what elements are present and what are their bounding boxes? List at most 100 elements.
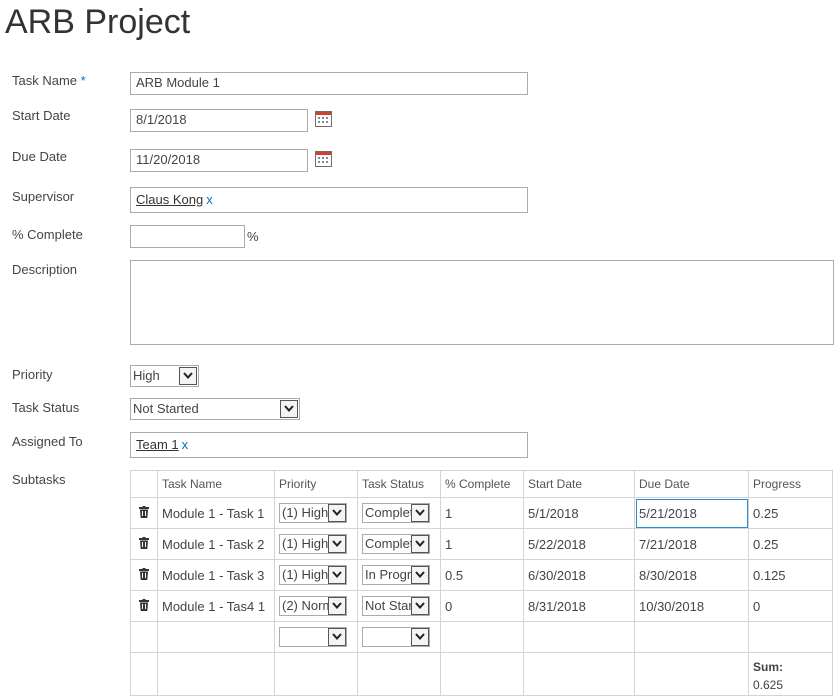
header-task-status[interactable]: Task Status (357, 470, 441, 498)
priority-cell-select[interactable]: (1) High (279, 534, 347, 554)
priority-cell[interactable]: (1) High (274, 528, 358, 560)
due-date-input[interactable]: 11/20/2018 (130, 149, 308, 172)
status-cell[interactable]: Not Started (357, 590, 441, 622)
chevron-down-icon[interactable] (328, 597, 346, 615)
start-date-cell[interactable] (523, 621, 635, 653)
task-status-label: Task Status (12, 400, 80, 415)
status-cell-select[interactable]: Completed (362, 534, 430, 554)
task-name-cell[interactable]: Module 1 - Task 1 (157, 497, 275, 529)
chevron-down-icon[interactable] (328, 628, 346, 646)
percent-cell[interactable]: 0.5 (440, 559, 524, 591)
chevron-down-icon[interactable] (411, 535, 429, 553)
chevron-down-icon[interactable] (411, 566, 429, 584)
chevron-down-icon[interactable] (328, 504, 346, 522)
delete-row-cell[interactable] (130, 497, 158, 529)
status-cell-select[interactable]: Not Started (362, 596, 430, 616)
chevron-down-icon[interactable] (179, 367, 197, 385)
sum-cell: Sum: 0.625 (748, 652, 833, 696)
start-date-cell[interactable]: 6/30/2018 (523, 559, 635, 591)
due-date-cell[interactable]: 8/30/2018 (634, 559, 749, 591)
priority-cell-value: (1) High (282, 536, 329, 551)
status-cell[interactable]: Completed (357, 497, 441, 529)
table-row: Module 1 - Task 3 (1) High In Progress 0… (130, 559, 833, 591)
status-cell[interactable]: Completed (357, 528, 441, 560)
assigned-person[interactable]: Team 1 (136, 437, 179, 452)
chevron-down-icon[interactable] (280, 400, 298, 418)
trash-icon[interactable] (139, 567, 149, 583)
calendar-icon[interactable] (315, 151, 332, 167)
remove-person-icon[interactable]: x (206, 192, 213, 207)
due-date-cell[interactable]: 5/21/2018 (634, 497, 749, 529)
priority-cell[interactable]: (2) Normal (274, 590, 358, 622)
due-date-cell[interactable]: 10/30/2018 (634, 590, 749, 622)
priority-cell[interactable] (274, 621, 358, 653)
delete-row-cell[interactable] (130, 590, 158, 622)
trash-icon[interactable] (139, 536, 149, 552)
remove-person-icon[interactable]: x (182, 437, 189, 452)
task-name-cell[interactable] (157, 621, 275, 653)
subtasks-label: Subtasks (12, 472, 66, 487)
chevron-down-icon[interactable] (411, 504, 429, 522)
status-cell-select[interactable] (362, 627, 430, 647)
new-row (130, 621, 833, 653)
header-start-date[interactable]: Start Date (523, 470, 635, 498)
delete-row-cell[interactable] (130, 528, 158, 560)
trash-icon[interactable] (139, 505, 149, 521)
priority-cell-select[interactable]: (2) Normal (279, 596, 347, 616)
task-name-cell[interactable]: Module 1 - Task 3 (157, 559, 275, 591)
required-mark: * (80, 73, 86, 88)
task-name-input[interactable]: ARB Module 1 (130, 72, 528, 95)
task-name-cell[interactable]: Module 1 - Task 2 (157, 528, 275, 560)
priority-cell-select[interactable]: (1) High (279, 565, 347, 585)
status-cell[interactable]: In Progress (357, 559, 441, 591)
delete-row-cell[interactable] (130, 559, 158, 591)
chevron-down-icon[interactable] (328, 535, 346, 553)
due-date-cell[interactable]: 7/21/2018 (634, 528, 749, 560)
task-status-select[interactable]: Not Started (130, 398, 300, 420)
chevron-down-icon[interactable] (411, 597, 429, 615)
priority-cell-select[interactable]: (1) High (279, 503, 347, 523)
start-date-cell[interactable]: 8/31/2018 (523, 590, 635, 622)
progress-cell: 0.25 (748, 528, 833, 560)
percent-cell[interactable] (440, 621, 524, 653)
priority-cell[interactable]: (1) High (274, 497, 358, 529)
chevron-down-icon[interactable] (411, 628, 429, 646)
status-cell[interactable] (357, 621, 441, 653)
header-task-name[interactable]: Task Name (157, 470, 275, 498)
due-date-cell[interactable] (634, 621, 749, 653)
header-progress[interactable]: Progress (748, 470, 833, 498)
percent-complete-input[interactable] (130, 225, 245, 248)
status-cell-select[interactable]: Completed (362, 503, 430, 523)
chevron-down-icon[interactable] (328, 566, 346, 584)
priority-select[interactable]: High (130, 365, 199, 387)
task-name-label: Task Name * (12, 73, 86, 88)
priority-cell-value: (1) High (282, 505, 329, 520)
start-date-cell[interactable]: 5/1/2018 (523, 497, 635, 529)
priority-cell-select[interactable] (279, 627, 347, 647)
description-textarea[interactable] (130, 260, 834, 345)
supervisor-people-picker[interactable]: Claus Kong x (130, 187, 528, 213)
start-date-cell[interactable]: 5/22/2018 (523, 528, 635, 560)
calendar-icon[interactable] (315, 111, 332, 127)
header-priority[interactable]: Priority (274, 470, 358, 498)
priority-cell[interactable]: (1) High (274, 559, 358, 591)
percent-cell[interactable]: 0 (440, 590, 524, 622)
sum-row: Sum: 0.625 (130, 652, 833, 696)
progress-cell (748, 621, 833, 653)
header-due-date[interactable]: Due Date (634, 470, 749, 498)
assigned-to-people-picker[interactable]: Team 1x (130, 432, 528, 458)
percent-cell[interactable]: 1 (440, 528, 524, 560)
progress-cell: 0.125 (748, 559, 833, 591)
percent-unit: % (247, 229, 259, 244)
trash-icon[interactable] (139, 598, 149, 614)
priority-label: Priority (12, 367, 53, 382)
percent-cell[interactable]: 1 (440, 497, 524, 529)
task-name-cell[interactable]: Module 1 - Tas4 1 (157, 590, 275, 622)
priority-cell-value: (1) High (282, 567, 329, 582)
subtasks-grid: Task Name Priority Task Status % Complet… (130, 470, 833, 696)
sum-value: 0.625 (753, 678, 784, 692)
header-percent-complete[interactable]: % Complete (440, 470, 524, 498)
status-cell-select[interactable]: In Progress (362, 565, 430, 585)
start-date-input[interactable]: 8/1/2018 (130, 109, 308, 132)
supervisor-person[interactable]: Claus Kong (136, 192, 203, 207)
